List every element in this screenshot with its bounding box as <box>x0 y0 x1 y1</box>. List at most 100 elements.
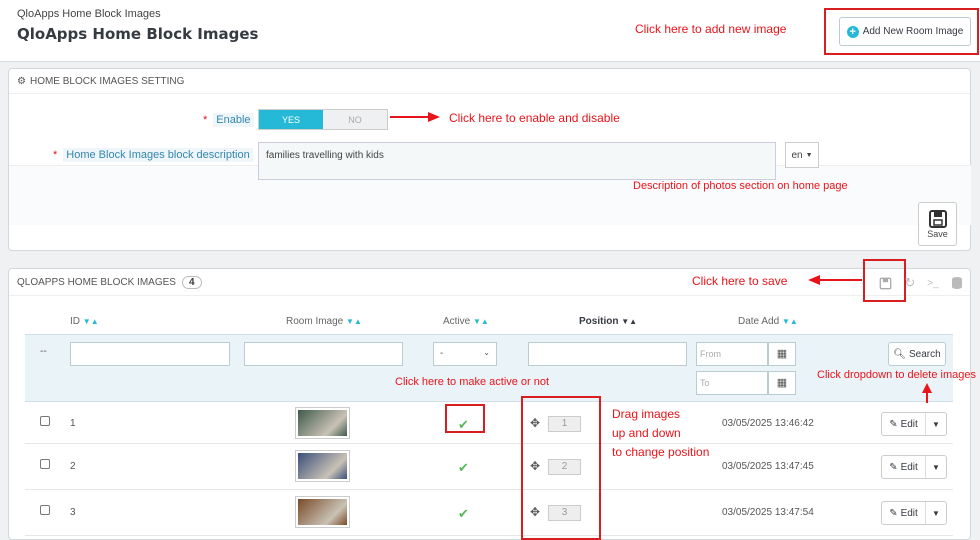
annotation-box-position <box>521 396 601 540</box>
thumbnail-fill <box>298 499 347 525</box>
refresh-icon[interactable]: ↻ <box>900 273 920 293</box>
filter-date-from[interactable]: From <box>696 342 768 366</box>
edit-label: Edit <box>900 418 918 430</box>
filter-active-select[interactable]: - ⌄ <box>433 342 497 366</box>
caret-down-icon: ▼ <box>805 151 813 159</box>
table-row[interactable]: 2 ✔ ✥ 2 03/05/2025 13:47:45 ✎ Edit ▼ <box>25 444 953 490</box>
annotation-drag-3: to change position <box>612 445 710 459</box>
column-image-label: Room Image <box>286 316 344 327</box>
row-date: 03/05/2025 13:46:42 <box>722 418 814 429</box>
search-icon: 🔍︎ <box>893 348 906 360</box>
edit-label: Edit <box>900 461 918 473</box>
gears-icon: ⚙ <box>17 75 26 87</box>
edit-label: Edit <box>900 507 918 519</box>
pencil-icon: ✎ <box>889 418 898 430</box>
edit-button-group[interactable]: ✎ Edit ▼ <box>881 501 947 525</box>
edit-dropdown-toggle[interactable]: ▼ <box>926 420 946 429</box>
active-check-icon[interactable]: ✔ <box>458 460 469 476</box>
active-check-icon[interactable]: ✔ <box>458 506 469 522</box>
column-header-date[interactable]: Date Add ▼▲ <box>738 316 798 327</box>
enable-toggle[interactable]: YES NO <box>258 109 388 130</box>
calendar-icon[interactable]: ▦ <box>768 342 796 366</box>
language-dropdown[interactable]: en ▼ <box>785 142 819 168</box>
filter-position-input[interactable] <box>528 342 687 366</box>
settings-panel-title: HOME BLOCK IMAGES SETTING <box>29 75 185 87</box>
filter-date-to[interactable]: To <box>696 371 768 395</box>
column-header-active[interactable]: Active ▼▲ <box>443 316 489 327</box>
annotation-box-active <box>445 404 485 433</box>
edit-dropdown-toggle[interactable]: ▼ <box>926 463 946 472</box>
sort-icon[interactable]: ▼▲ <box>621 317 637 326</box>
table-row[interactable]: 1 ✔ ✥ 1 03/05/2025 13:46:42 ✎ Edit ▼ <box>25 403 953 444</box>
thumbnail-fill <box>298 410 347 436</box>
language-value: en <box>791 149 803 161</box>
room-image-thumbnail <box>295 496 350 528</box>
filter-dash: -- <box>40 346 47 357</box>
column-active-label: Active <box>443 316 471 327</box>
filter-image-input[interactable] <box>244 342 403 366</box>
column-header-position[interactable]: Position ▼▲ <box>579 316 637 327</box>
annotation-drag-2: up and down <box>612 426 681 440</box>
sort-icon[interactable]: ▼▲ <box>782 317 798 326</box>
annotation-arrow-save <box>808 275 862 285</box>
database-icon[interactable] <box>947 273 967 293</box>
edit-button-group[interactable]: ✎ Edit ▼ <box>881 412 947 436</box>
edit-button-group[interactable]: ✎ Edit ▼ <box>881 455 947 479</box>
annotation-dropdown: Click dropdown to delete images <box>817 369 976 381</box>
toggle-yes[interactable]: YES <box>259 110 323 129</box>
row-date: 03/05/2025 13:47:54 <box>722 507 814 518</box>
row-checkbox[interactable] <box>40 459 50 469</box>
annotation-drag-1: Drag images <box>612 407 681 421</box>
annotation-enable: Click here to enable and disable <box>449 111 620 125</box>
thumbnail-fill <box>298 453 347 479</box>
annotation-arrow-enable <box>390 112 440 122</box>
column-id-label: ID <box>70 316 80 327</box>
search-button[interactable]: 🔍︎ Search <box>888 342 946 366</box>
sort-icon[interactable]: ▼▲ <box>83 317 99 326</box>
room-image-thumbnail <box>295 407 350 439</box>
description-label: * Home Block Images block description <box>53 148 253 162</box>
column-header-image[interactable]: Room Image ▼▲ <box>286 316 362 327</box>
save-settings-button[interactable]: Save <box>918 202 957 246</box>
row-checkbox[interactable] <box>40 416 50 426</box>
column-date-label: Date Add <box>738 316 780 327</box>
annotation-add-image: Click here to add new image <box>635 22 787 36</box>
filter-active-value: - <box>440 348 444 359</box>
search-label: Search <box>909 348 941 360</box>
edit-dropdown-toggle[interactable]: ▼ <box>926 509 946 518</box>
row-id: 3 <box>70 507 76 518</box>
edit-button[interactable]: ✎ Edit <box>882 502 926 524</box>
save-label: Save <box>927 229 948 239</box>
pencil-icon: ✎ <box>889 461 898 473</box>
calendar-icon[interactable]: ▦ <box>768 371 796 395</box>
floppy-disk-icon <box>928 210 947 228</box>
add-button-label: Add New Room Image <box>862 26 964 37</box>
count-badge: 4 <box>181 275 202 289</box>
add-new-room-image-button[interactable]: + Add New Room Image <box>839 17 971 46</box>
sort-icon[interactable]: ▼▲ <box>473 317 489 326</box>
table-row[interactable]: 3 ✔ ✥ 3 03/05/2025 13:47:54 ✎ Edit ▼ <box>25 490 953 536</box>
row-checkbox[interactable] <box>40 505 50 515</box>
breadcrumb: QloApps Home Block Images <box>17 8 161 20</box>
toggle-no[interactable]: NO <box>323 110 387 129</box>
row-id: 1 <box>70 418 76 429</box>
edit-button[interactable]: ✎ Edit <box>882 413 926 435</box>
sort-icon[interactable]: ▼▲ <box>346 317 362 326</box>
enable-label: * Enable <box>203 113 254 127</box>
pencil-icon: ✎ <box>889 507 898 519</box>
sql-query-icon[interactable]: >_ <box>923 273 943 293</box>
filter-id-input[interactable] <box>70 342 230 366</box>
annotation-active: Click here to make active or not <box>395 376 550 388</box>
chevron-down-icon: ⌄ <box>483 348 490 357</box>
row-date: 03/05/2025 13:47:45 <box>722 461 814 472</box>
page-title: QloApps Home Block Images <box>17 25 259 43</box>
annotation-description: Description of photos section on home pa… <box>633 180 848 192</box>
plus-circle-icon: + <box>846 25 859 38</box>
room-image-thumbnail <box>295 450 350 482</box>
row-id: 2 <box>70 461 76 472</box>
edit-button[interactable]: ✎ Edit <box>882 456 926 478</box>
save-list-icon[interactable] <box>875 273 895 293</box>
column-header-id[interactable]: ID ▼▲ <box>70 316 99 327</box>
description-textarea[interactable]: families travelling with kids <box>258 142 776 180</box>
column-position-label: Position <box>579 316 619 327</box>
